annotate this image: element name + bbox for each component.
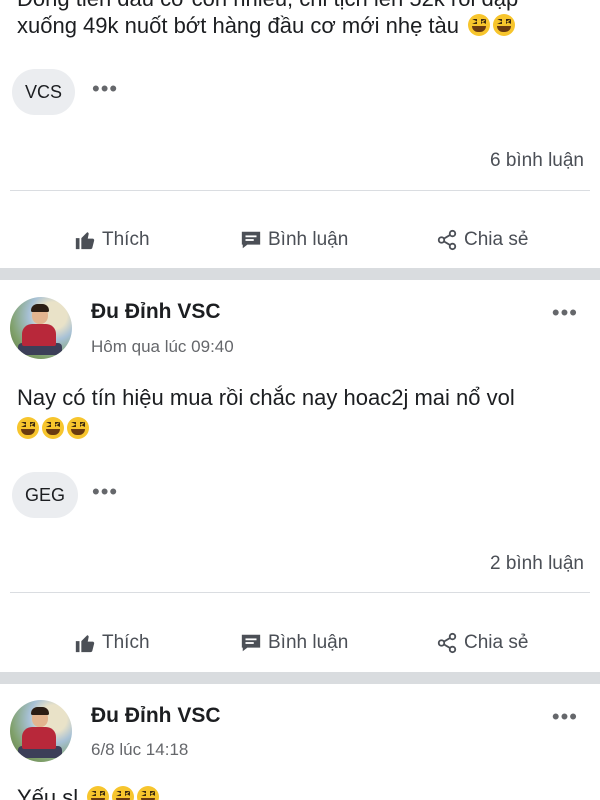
author-name[interactable]: Đu Đỉnh VSC xyxy=(91,300,221,324)
author-name[interactable]: Đu Đỉnh VSC xyxy=(91,704,221,728)
comment-label: Bình luận xyxy=(268,632,349,653)
more-options-icon[interactable]: ••• xyxy=(92,479,118,505)
laughing-emoji-icon xyxy=(468,14,491,36)
comment-count[interactable]: 6 bình luận xyxy=(490,150,584,172)
laughing-emoji-icon xyxy=(42,417,64,439)
post-separator xyxy=(0,672,600,684)
post-3: Đu Đỉnh VSC 6/8 lúc 14:18 ••• Yếu sl xyxy=(0,684,600,800)
post-timestamp[interactable]: Hôm qua lúc 09:40 xyxy=(91,337,234,357)
laughing-emoji-icon xyxy=(17,417,39,439)
post-1: Đồng tiền đầu cơ còn nhiều, chỉ tịch lên… xyxy=(0,0,600,268)
post-1-actions: Thích Bình luận Chia sẻ xyxy=(0,212,600,268)
laughing-emoji-icon xyxy=(87,786,110,800)
share-button[interactable]: Chia sẻ xyxy=(436,212,528,268)
divider xyxy=(10,592,590,593)
comment-count[interactable]: 2 bình luận xyxy=(490,553,584,575)
share-label: Chia sẻ xyxy=(464,632,529,653)
avatar[interactable] xyxy=(10,700,72,762)
thumbs-up-icon xyxy=(75,635,95,653)
avatar[interactable] xyxy=(10,297,72,359)
post-timestamp[interactable]: 6/8 lúc 14:18 xyxy=(91,740,188,760)
share-button[interactable]: Chia sẻ xyxy=(436,615,528,671)
post-2-actions: Thích Bình luận Chia sẻ xyxy=(0,615,600,671)
post-1-text-line-2: xuống 49k nuốt bớt hàng đầu cơ mới nhẹ t… xyxy=(17,13,460,38)
laughing-emoji-icon xyxy=(493,14,516,36)
share-icon xyxy=(437,229,457,251)
more-options-icon[interactable]: ••• xyxy=(552,300,578,326)
laughing-emoji-icon xyxy=(137,786,160,800)
like-label: Thích xyxy=(102,229,150,250)
comment-button[interactable]: Bình luận xyxy=(240,212,348,268)
post-2-text: Nay có tín hiệu mua rồi chắc nay hoac2j … xyxy=(17,382,515,413)
like-label: Thích xyxy=(102,632,150,653)
post-2-text-line: Nay có tín hiệu mua rồi chắc nay hoac2j … xyxy=(17,385,515,410)
share-label: Chia sẻ xyxy=(464,229,529,250)
post-3-text: Yếu sl xyxy=(17,782,160,800)
chat-bubble-icon xyxy=(241,231,261,249)
laughing-emoji-icon xyxy=(112,786,135,800)
share-icon xyxy=(437,632,457,654)
laughing-emoji-icon xyxy=(67,417,89,439)
stock-tag-geg[interactable]: GEG xyxy=(12,472,79,518)
post-2: Đu Đỉnh VSC Hôm qua lúc 09:40 ••• Nay có… xyxy=(0,280,600,672)
more-options-icon[interactable]: ••• xyxy=(552,704,578,730)
more-options-icon[interactable]: ••• xyxy=(92,76,118,102)
comment-button[interactable]: Bình luận xyxy=(240,615,348,671)
chat-bubble-icon xyxy=(241,634,261,652)
like-button[interactable]: Thích xyxy=(74,615,150,671)
thumbs-up-icon xyxy=(75,232,95,250)
like-button[interactable]: Thích xyxy=(74,212,150,268)
stock-tag-vcs[interactable]: VCS xyxy=(12,69,76,115)
post-separator xyxy=(0,268,600,280)
post-2-emoji-row xyxy=(17,413,89,444)
comment-label: Bình luận xyxy=(268,229,349,250)
divider xyxy=(10,190,590,191)
post-1-text: xuống 49k nuốt bớt hàng đầu cơ mới nhẹ t… xyxy=(17,10,516,41)
post-3-text-line: Yếu sl xyxy=(17,785,79,800)
